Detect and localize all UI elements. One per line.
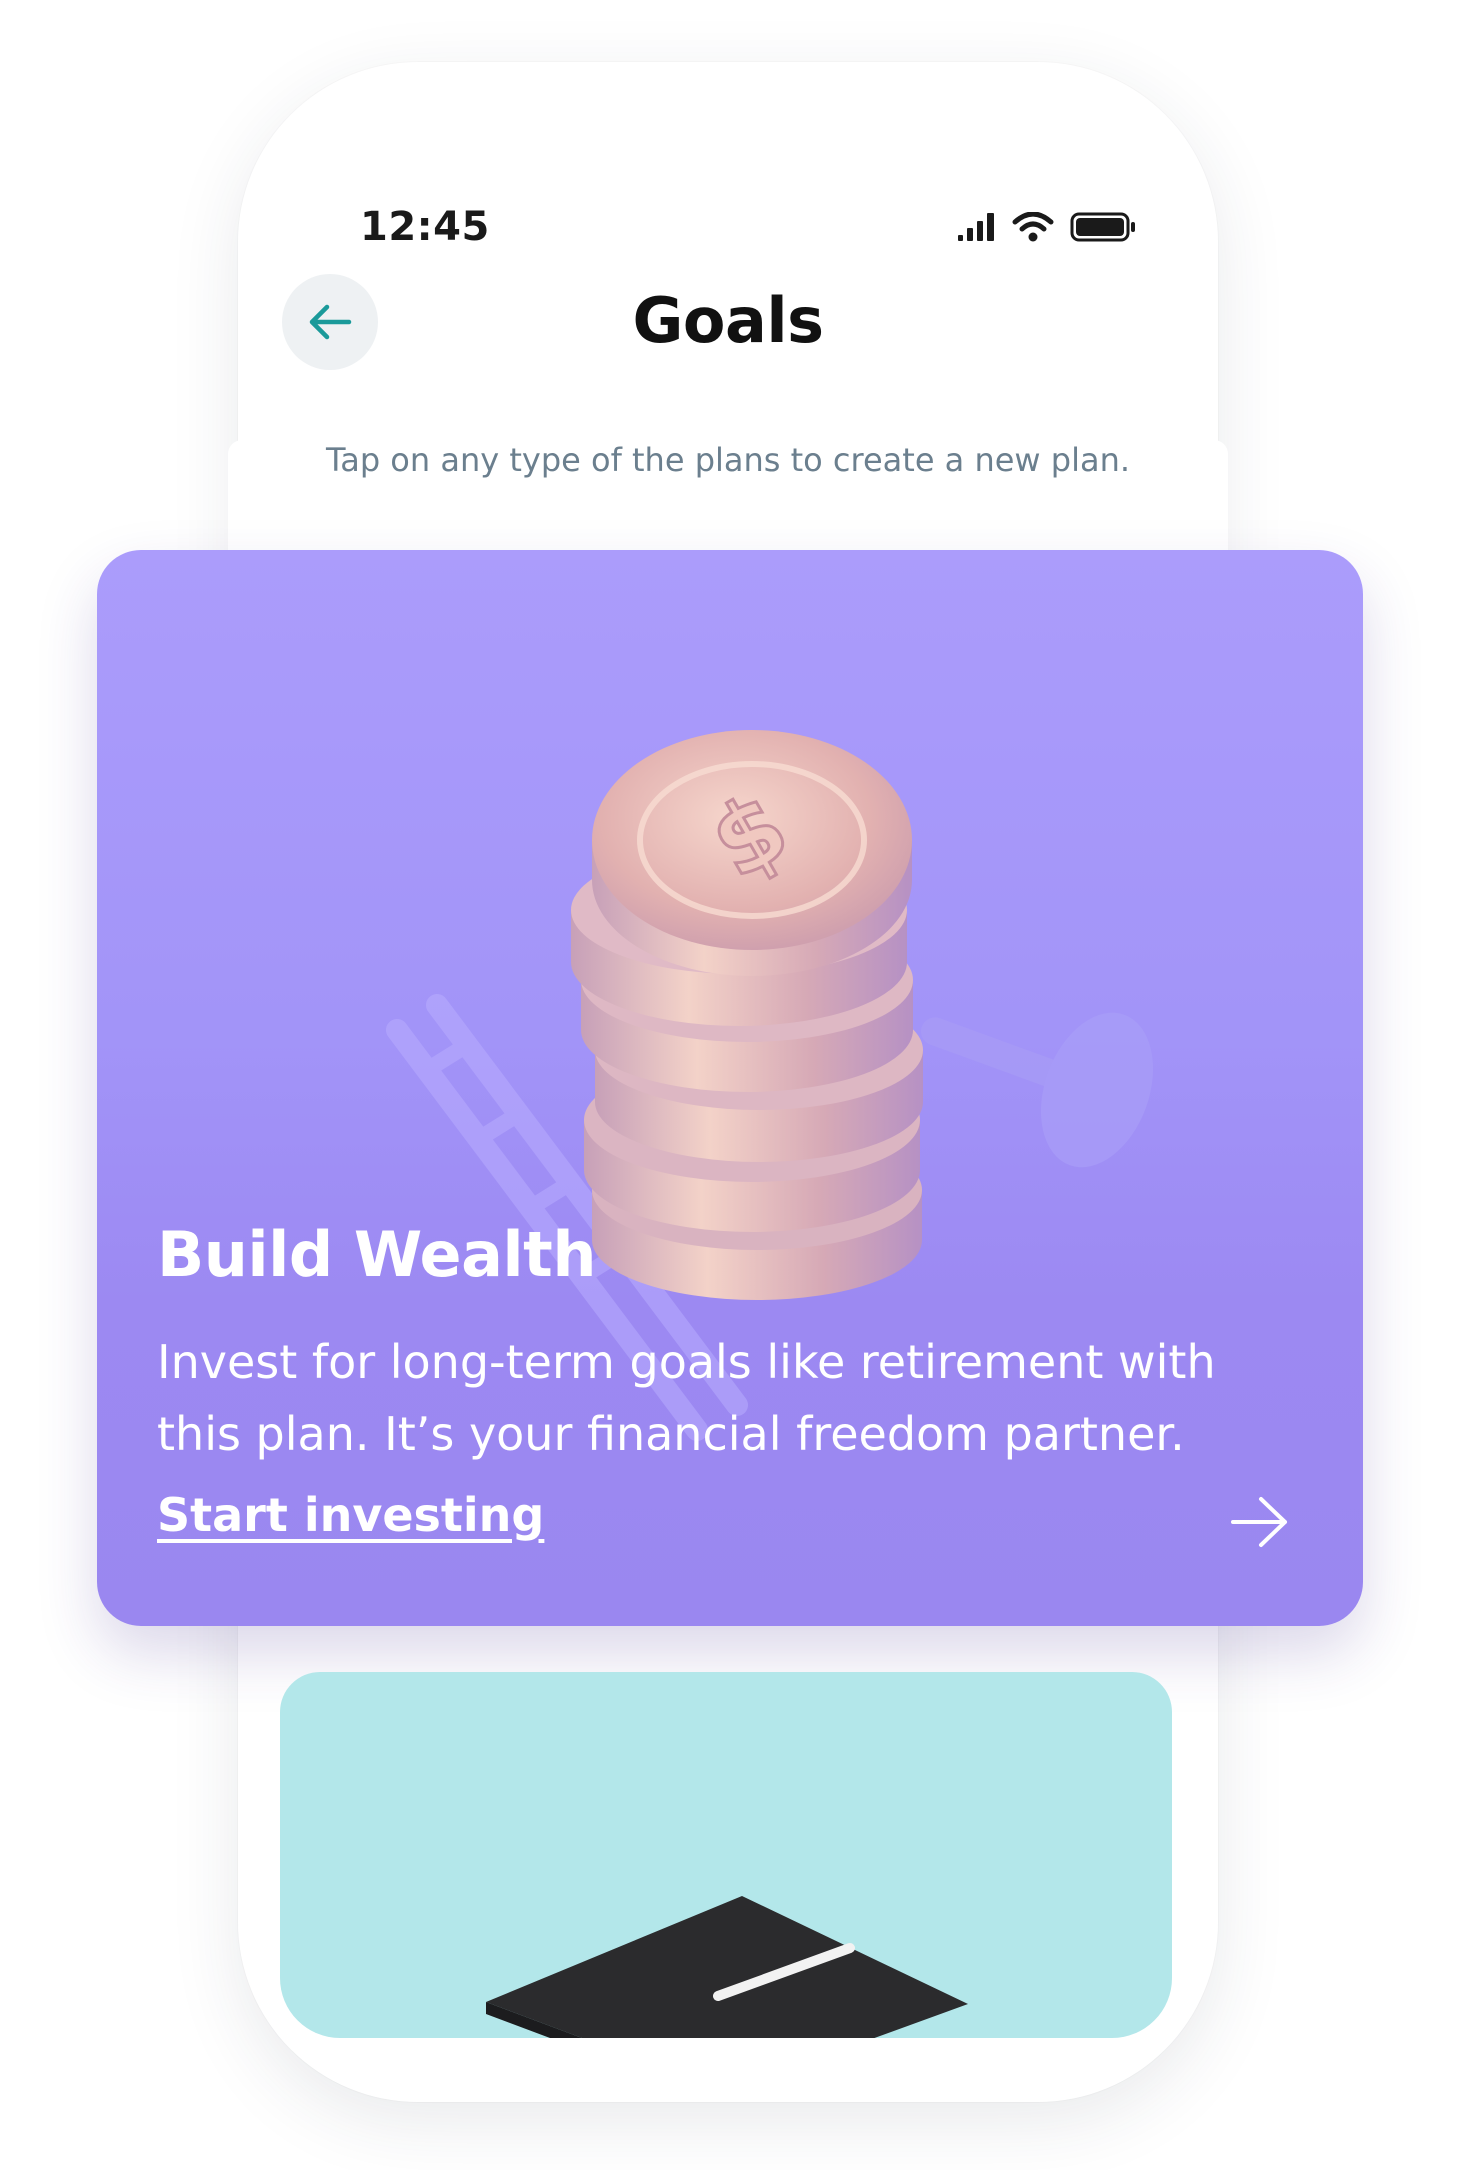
plan-card-build-wealth[interactable]: $ Build Wealth Invest for long-term goal…: [97, 550, 1363, 1626]
page-title: Goals: [632, 284, 824, 357]
plan-card-education[interactable]: [280, 1672, 1172, 2038]
arrow-right-icon[interactable]: [1229, 1494, 1291, 1550]
plan-title: Build Wealth: [157, 1218, 596, 1291]
screen: 12:45 Goals Tap on any type of the plans…: [0, 0, 1458, 2170]
start-investing-link[interactable]: Start investing: [157, 1488, 544, 1542]
battery-icon: [1070, 212, 1135, 242]
signal-icon: [958, 213, 994, 241]
status-time: 12:45: [360, 204, 490, 250]
graduation-cap-illustration: [486, 1896, 968, 2038]
plan-description: Invest for long-term goals like retireme…: [157, 1335, 1216, 1461]
coins-shape: $: [571, 730, 923, 1300]
wifi-icon: [1012, 212, 1054, 242]
hammer-shape: [920, 1012, 1154, 1168]
subtitle: Tap on any type of the plans to create a…: [325, 441, 1131, 479]
status-icons: [958, 212, 1136, 242]
